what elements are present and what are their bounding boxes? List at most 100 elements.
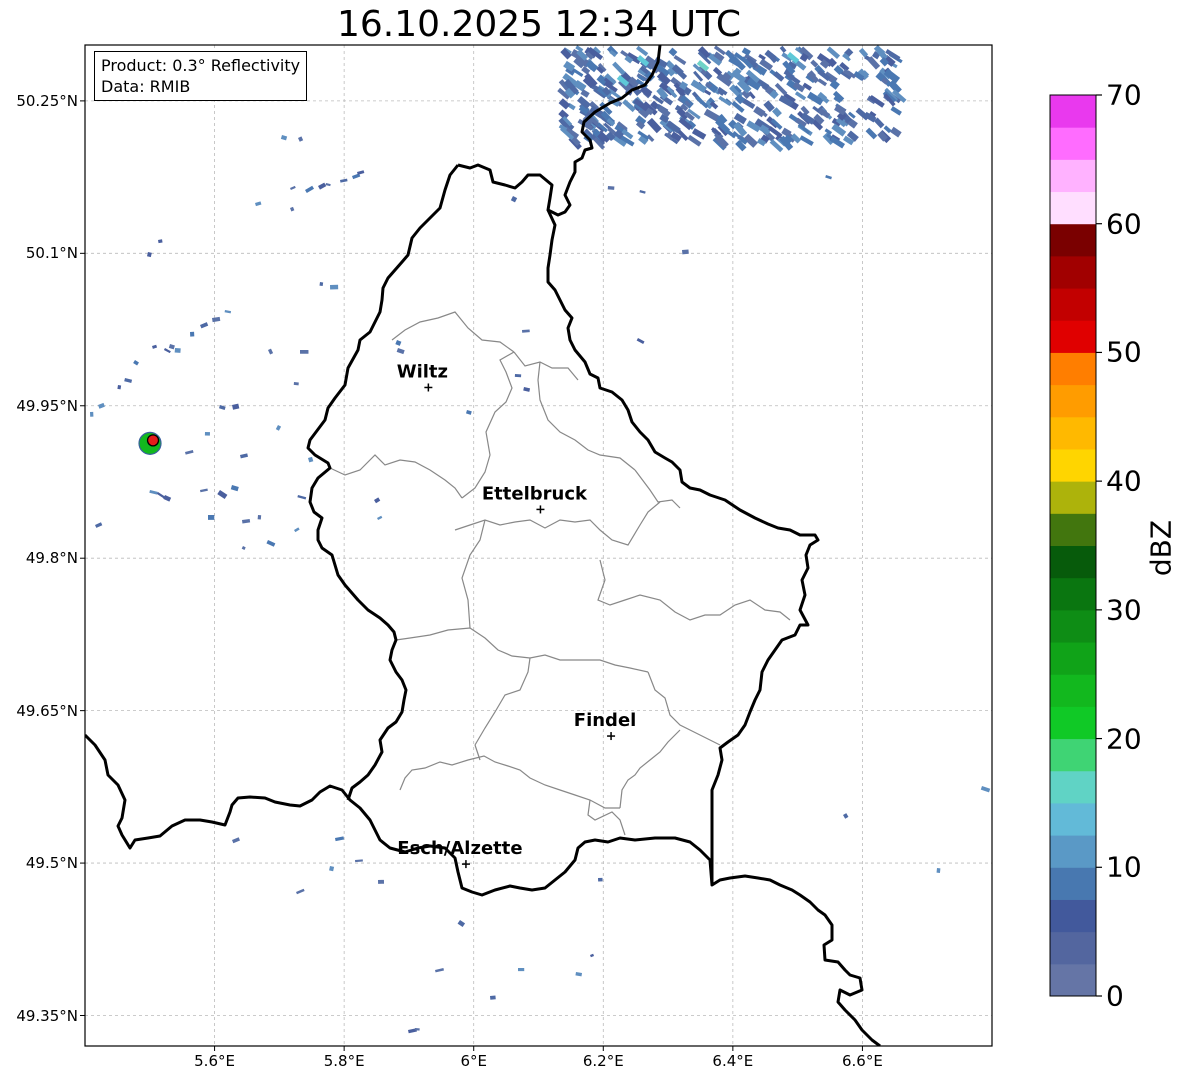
lon-tick-label: 5.8°E <box>323 1052 365 1070</box>
echo-cell <box>293 381 299 386</box>
echo-cell <box>794 91 807 101</box>
lat-tick-label: 49.95°N <box>16 396 78 415</box>
echo-cell <box>89 411 94 417</box>
echo-cell <box>295 888 305 895</box>
colorbar-segment <box>1050 95 1096 128</box>
echo-cell <box>211 316 221 323</box>
lon-tick-label: 6.6°E <box>842 1052 883 1070</box>
radar-site-marker <box>138 431 162 455</box>
colorbar-tick-label: 50 <box>1106 335 1142 369</box>
echo-cell <box>936 868 941 874</box>
echo-cell <box>335 836 345 842</box>
echo-cell <box>168 343 175 350</box>
lon-tick-label: 6.2°E <box>582 1052 624 1070</box>
colorbar-tick-label: 40 <box>1106 464 1142 498</box>
echo-cell <box>590 953 595 958</box>
echo-cell <box>308 456 314 463</box>
echo-cell <box>378 879 385 884</box>
colorbar-segment <box>1050 448 1096 482</box>
echo-cell <box>598 877 603 882</box>
echo-cell <box>673 54 687 66</box>
echo-cell <box>298 136 304 142</box>
echo-cell <box>607 186 615 190</box>
echo-cell <box>510 196 518 203</box>
colorbar-tick-label: 20 <box>1106 722 1142 756</box>
echo-cell <box>489 995 496 1000</box>
colorbar-segment <box>1050 352 1096 386</box>
colorbar-segment <box>1050 513 1096 546</box>
colorbar-segment <box>1050 899 1096 933</box>
lon-tick-label: 5.6°E <box>194 1052 235 1070</box>
colorbar-tick-label: 70 <box>1106 78 1142 112</box>
echo-cell <box>826 46 841 60</box>
colorbar-segment <box>1050 642 1096 675</box>
echo-cell <box>124 378 133 383</box>
colorbar <box>1049 94 1102 997</box>
colorbar-tick-label: 10 <box>1106 850 1142 884</box>
echo-cell <box>842 813 849 819</box>
echo-cell <box>377 515 383 521</box>
echo-cell <box>204 432 211 436</box>
echo-cell <box>457 920 466 928</box>
echo-cell <box>434 968 444 973</box>
echo-cell <box>825 175 832 180</box>
colorbar-segment <box>1050 802 1096 836</box>
colorbar-segment <box>1050 867 1096 900</box>
colorbar-segment <box>1050 159 1096 193</box>
colorbar-segment <box>1050 963 1096 997</box>
echo-cell <box>290 206 295 212</box>
echo-cell <box>514 374 522 378</box>
echo-cell <box>636 45 649 57</box>
echo-cell <box>558 98 571 110</box>
colorbar-label: dBZ <box>1144 519 1178 577</box>
lon-tick-label: 6°E <box>460 1052 487 1070</box>
colorbar-segment <box>1050 545 1096 579</box>
colorbar-segment <box>1050 223 1096 257</box>
echo-cell <box>257 515 262 520</box>
city-label: Findel <box>574 710 637 731</box>
colorbar-segment <box>1050 674 1096 707</box>
echo-cell <box>523 386 531 392</box>
echo-cell <box>163 494 172 502</box>
echo-cell <box>200 322 209 329</box>
data-source-label: Data: RMIB <box>101 77 191 96</box>
echo-cell <box>319 282 324 287</box>
axis-ticks <box>80 100 863 1051</box>
echo-cell <box>980 786 991 793</box>
echo-cell <box>325 183 331 187</box>
echo-cell <box>414 1027 420 1031</box>
echo-cell <box>189 331 195 337</box>
echo-cell <box>636 337 645 345</box>
echo-cell <box>232 837 240 844</box>
echo-cell <box>266 539 276 547</box>
colorbar-segment <box>1050 738 1096 772</box>
lat-tick-label: 50.1°N <box>25 244 78 263</box>
colorbar-segment <box>1050 384 1096 418</box>
radar-map[interactable]: Wiltz Ettelbruck Findel Esch/Alzette <box>0 0 1184 1081</box>
echo-cell <box>329 284 339 290</box>
echo-cell <box>98 402 105 409</box>
echo-cell <box>297 495 307 500</box>
echo-cell <box>639 190 646 194</box>
echo-cell <box>294 527 300 533</box>
colorbar-segment <box>1050 770 1096 804</box>
city-label: Esch/Alzette <box>397 838 522 859</box>
echo-cell <box>232 403 240 410</box>
echo-cell <box>117 385 122 390</box>
echo-cell <box>355 859 363 863</box>
colorbar-segment <box>1050 255 1096 289</box>
colorbar-segment <box>1050 320 1096 353</box>
colorbar-segment <box>1050 191 1096 225</box>
echo-cell <box>668 47 678 57</box>
echo-cell <box>149 490 158 495</box>
echo-cell <box>865 127 878 140</box>
colorbar-segment <box>1050 706 1096 740</box>
echo-cell <box>94 522 103 528</box>
echo-cell <box>133 360 139 366</box>
echo-cell <box>763 100 775 113</box>
echo-cell <box>329 866 335 872</box>
echo-cell <box>741 47 751 56</box>
map-frame <box>84 44 993 1047</box>
echo-cell <box>275 425 282 431</box>
colorbar-tick-label: 0 <box>1106 979 1124 1013</box>
